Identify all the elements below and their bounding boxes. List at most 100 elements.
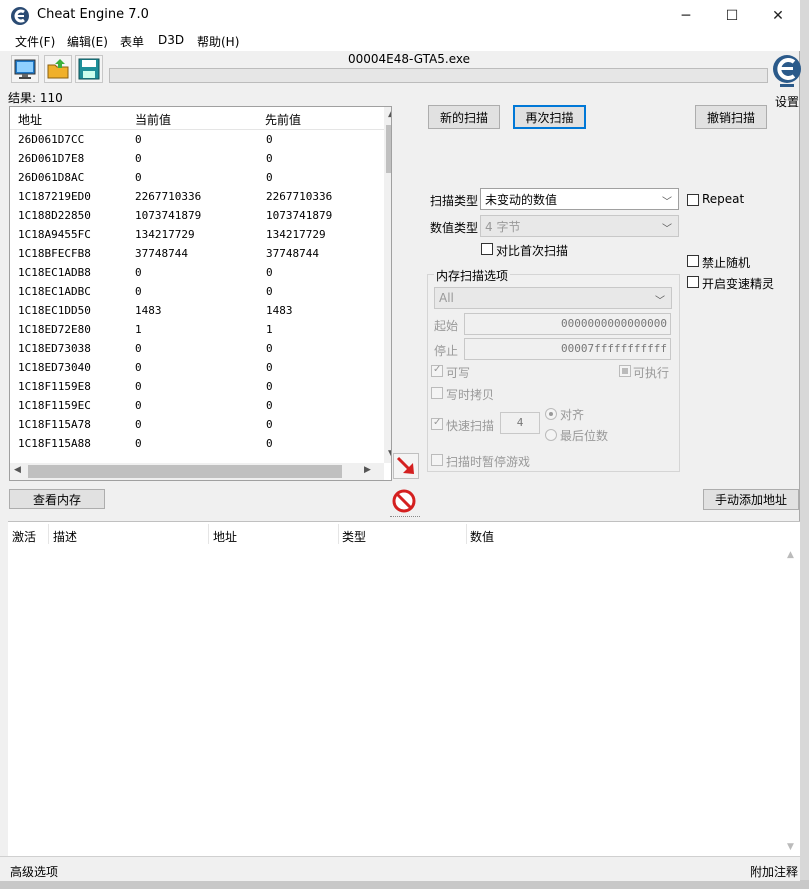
advanced-options-link[interactable]: 高级选项: [10, 863, 58, 880]
fast-scan-label[interactable]: 快速扫描: [446, 417, 494, 434]
col-type[interactable]: 类型: [342, 528, 366, 545]
next-scan-button[interactable]: 再次扫描: [513, 105, 586, 129]
result-count: 结果: 110: [8, 91, 63, 105]
result-row[interactable]: 1C18F1159E8 0 0: [10, 377, 391, 396]
speedhack-checkbox[interactable]: [687, 276, 699, 288]
column-separator[interactable]: [48, 524, 49, 544]
splitter-grip[interactable]: [390, 516, 420, 519]
cheat-table-list[interactable]: 激活 描述 地址 类型 数值 ▲ ▼: [8, 521, 800, 856]
results-vertical-scrollbar[interactable]: ▲ ▼: [384, 107, 391, 463]
scan-type-select[interactable]: 未变动的数值 ﹀: [480, 188, 679, 210]
result-row[interactable]: 1C18BFECFB8 37748744 37748744: [10, 244, 391, 263]
result-row[interactable]: 1C18ED72E80 1 1: [10, 320, 391, 339]
menu-d3d[interactable]: D3D: [158, 33, 184, 47]
new-scan-button[interactable]: 新的扫描: [428, 105, 500, 129]
pause-game-label[interactable]: 扫描时暂停游戏: [446, 453, 530, 470]
result-row[interactable]: 26D061D7E8 0 0: [10, 149, 391, 168]
result-row[interactable]: 1C18EC1ADB8 0 0: [10, 263, 391, 282]
stop-address-input[interactable]: 00007fffffffffff: [464, 338, 671, 360]
result-row[interactable]: 1C18A9455FC 134217729 134217729: [10, 225, 391, 244]
copy-on-write-label[interactable]: 写时拷贝: [446, 386, 494, 403]
scroll-up-icon[interactable]: ▲: [787, 550, 794, 560]
col-description[interactable]: 描述: [53, 528, 77, 545]
last-digits-radio[interactable]: [545, 429, 557, 441]
compare-first-label[interactable]: 对比首次扫描: [496, 242, 568, 259]
scan-results-list[interactable]: 地址 当前值 先前值 26D061D7CC 0 0 26D061D7E8 0 0 26D06…: [9, 106, 392, 481]
executable-checkbox[interactable]: [619, 365, 631, 377]
result-row[interactable]: 1C18F115A78 0 0: [10, 415, 391, 434]
header-address[interactable]: 地址: [18, 111, 42, 128]
scroll-down-icon[interactable]: ▼: [787, 842, 794, 852]
no-random-checkbox[interactable]: [687, 255, 699, 267]
open-table-button[interactable]: [44, 55, 72, 83]
close-button[interactable]: ✕: [755, 0, 801, 31]
fast-scan-checkbox[interactable]: [431, 417, 443, 430]
menu-file[interactable]: 文件(F): [15, 33, 55, 50]
results-header: 地址 当前值 先前值: [10, 107, 391, 130]
maximize-button[interactable]: ☐: [709, 0, 755, 31]
results-horizontal-scrollbar[interactable]: ◀ ▶: [10, 463, 384, 480]
open-process-button[interactable]: [11, 55, 39, 83]
col-value[interactable]: 数值: [470, 528, 494, 545]
align-radio[interactable]: [545, 408, 557, 420]
result-row[interactable]: 1C18ED73040 0 0: [10, 358, 391, 377]
scroll-down-icon[interactable]: ▼: [388, 449, 391, 459]
result-row[interactable]: 26D061D8AC 0 0: [10, 168, 391, 187]
settings-label[interactable]: 设置: [775, 93, 799, 110]
result-previous-value: 0: [266, 133, 273, 146]
result-row[interactable]: 1C18F115A88 0 0: [10, 434, 391, 453]
header-current-value[interactable]: 当前值: [135, 111, 171, 128]
column-separator[interactable]: [466, 524, 467, 544]
menu-edit[interactable]: 编辑(E): [67, 33, 108, 50]
cheat-table-scrollbar[interactable]: ▲ ▼: [783, 546, 800, 856]
table-comments-link[interactable]: 附加注释: [750, 863, 798, 880]
process-name: 00004E48-GTA5.exe: [347, 52, 470, 66]
clear-list-button[interactable]: [391, 488, 417, 514]
horizontal-scroll-thumb[interactable]: [28, 465, 342, 478]
no-random-label[interactable]: 禁止随机: [702, 254, 750, 271]
writable-checkbox[interactable]: [431, 364, 443, 377]
scroll-up-icon[interactable]: ▲: [388, 109, 391, 119]
repeat-checkbox[interactable]: [687, 194, 699, 206]
align-label[interactable]: 对齐: [560, 406, 584, 423]
add-address-manually-button[interactable]: 手动添加地址: [703, 489, 799, 510]
result-row[interactable]: 1C18EC1DD50 1483 1483: [10, 301, 391, 320]
add-to-list-button[interactable]: [393, 453, 419, 479]
compare-first-checkbox[interactable]: [481, 243, 493, 255]
view-memory-button[interactable]: 查看内存: [9, 489, 105, 509]
result-row[interactable]: 1C187219ED0 2267710336 2267710336: [10, 187, 391, 206]
col-active[interactable]: 激活: [12, 528, 36, 545]
executable-label[interactable]: 可执行: [633, 364, 669, 381]
column-separator[interactable]: [338, 524, 339, 544]
menu-help[interactable]: 帮助(H): [197, 33, 239, 50]
fast-scan-alignment-input[interactable]: 4: [500, 412, 540, 434]
pause-game-checkbox[interactable]: [431, 454, 443, 466]
col-address[interactable]: 地址: [213, 528, 237, 545]
repeat-label[interactable]: Repeat: [702, 192, 744, 206]
speedhack-label[interactable]: 开启变速精灵: [702, 275, 774, 292]
result-row[interactable]: 26D061D7CC 0 0: [10, 130, 391, 149]
scroll-left-icon[interactable]: ◀: [14, 465, 21, 475]
scroll-right-icon[interactable]: ▶: [364, 465, 371, 475]
minimize-button[interactable]: ─: [663, 0, 709, 31]
vertical-scroll-thumb[interactable]: [386, 125, 391, 173]
writable-label[interactable]: 可写: [446, 364, 470, 381]
status-bar: 高级选项 附加注释: [0, 856, 800, 881]
undo-scan-button[interactable]: 撤销扫描: [695, 105, 767, 129]
copy-on-write-checkbox[interactable]: [431, 387, 443, 399]
header-previous-value[interactable]: 先前值: [265, 111, 301, 128]
settings-logo-icon[interactable]: [772, 52, 802, 92]
start-address-input[interactable]: 0000000000000000: [464, 313, 671, 335]
last-digits-label[interactable]: 最后位数: [560, 427, 608, 444]
result-row[interactable]: 1C18ED73038 0 0: [10, 339, 391, 358]
memory-region-select[interactable]: All ﹀: [434, 287, 672, 309]
result-address: 1C18EC1ADBC: [18, 285, 91, 298]
value-type-select[interactable]: 4 字节 ﹀: [480, 215, 679, 237]
result-current-value: 1: [135, 323, 142, 336]
column-separator[interactable]: [208, 524, 209, 544]
result-row[interactable]: 1C18EC1ADBC 0 0: [10, 282, 391, 301]
menu-table[interactable]: 表单: [120, 33, 144, 50]
save-table-button[interactable]: [75, 55, 103, 83]
result-row[interactable]: 1C18F1159EC 0 0: [10, 396, 391, 415]
result-row[interactable]: 1C188D22850 1073741879 1073741879: [10, 206, 391, 225]
